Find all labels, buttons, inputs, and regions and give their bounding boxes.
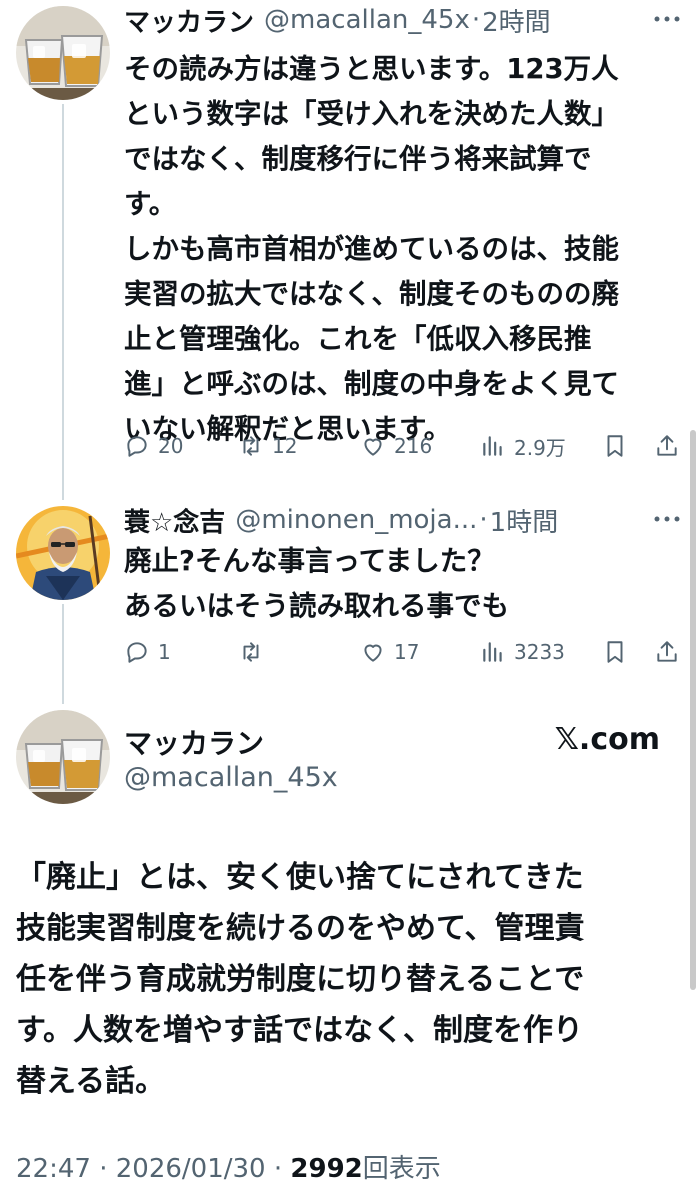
display-name[interactable]: マッカラン [124,722,264,762]
user-handle[interactable]: @macallan_45x [124,762,338,793]
tweet-actions: 1 17 3233 [124,632,680,672]
share-icon [657,641,677,662]
post-time[interactable]: 22:47 [16,1154,91,1184]
reply-icon [127,642,147,663]
post-date[interactable]: 2026/01/30 [116,1154,266,1184]
views-icon [483,642,502,662]
user-handle[interactable]: @minonen_moja... [235,505,477,535]
separator: · [479,505,488,535]
views-count: 2992 [290,1154,363,1184]
avatar[interactable] [16,710,110,804]
post-meta: 22:47 · 2026/01/30 · 2992回表示 [16,1148,441,1185]
like-count: 17 [394,640,420,664]
separator: · [99,1154,108,1184]
reply-button[interactable]: 1 [124,632,171,672]
samurai-illustration-icon [16,506,110,600]
views-label: 回表示 [362,1154,441,1184]
timestamp[interactable]: 1時間 [490,502,559,539]
retweet-button[interactable] [238,632,272,672]
display-name[interactable]: 蓑☆念吉 [124,502,225,539]
x-com-logo: 𝕏.com [554,722,660,757]
avatar[interactable] [16,506,110,600]
more-button[interactable] [652,504,682,534]
views-button[interactable]: 3233 [480,632,565,672]
views-count: 3233 [514,640,565,664]
more-icon [654,516,680,522]
tweet-header: 蓑☆念吉 @minonen_moja... · 1時間 [124,500,650,540]
tweet[interactable]: 蓑☆念吉 @minonen_moja... · 1時間 廃止?そんな事言ってまし… [0,0,700,700]
separator: · [273,1154,283,1184]
post-text: 「廃止」とは、安く使い捨てにされてきた 技能実習制度を続けるのをやめて、管理責 … [16,860,585,1099]
whisky-glass-icon [16,710,110,804]
tweet-text: 廃止?そんな事言ってました？ あるいはそう読み取れる事でも [124,545,509,622]
bookmark-button[interactable] [602,632,628,672]
retweet-icon [243,642,259,662]
like-button[interactable]: 17 [360,632,419,672]
reply-count: 1 [158,640,171,664]
bookmark-icon [607,641,623,663]
share-button[interactable] [654,632,680,672]
like-icon [364,644,382,662]
